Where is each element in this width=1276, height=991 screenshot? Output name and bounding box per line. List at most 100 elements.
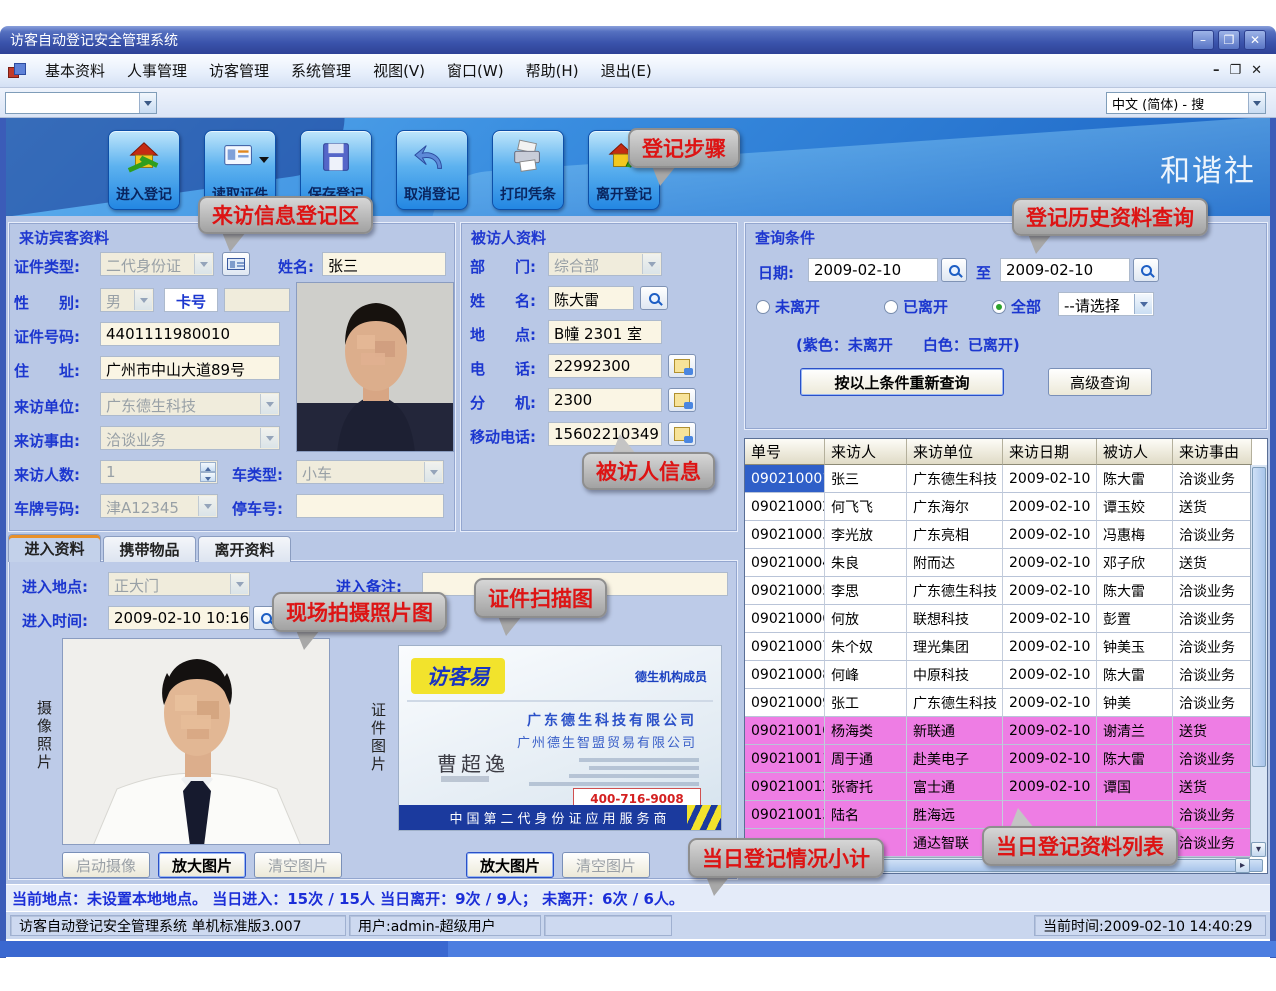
chevron-down-icon[interactable] xyxy=(1248,93,1265,113)
table-row[interactable]: 090210004朱良附而达2009-02-10邓子欣送货 xyxy=(745,549,1267,577)
table-cell[interactable]: 广东德生科技 xyxy=(907,577,1003,605)
table-cell[interactable]: 2009-02-10 xyxy=(1003,773,1097,801)
ext-sms-button[interactable] xyxy=(668,388,696,412)
table-cell[interactable]: 090210006 xyxy=(745,605,825,633)
visit-reason-select[interactable]: 洽谈业务 xyxy=(100,426,280,450)
table-row[interactable]: 090210001张三广东德生科技2009-02-10陈大雷洽谈业务 xyxy=(745,465,1267,493)
chevron-down-icon[interactable] xyxy=(139,93,156,113)
table-cell[interactable]: 090210002 xyxy=(745,493,825,521)
close-button[interactable]: ✕ xyxy=(1244,30,1266,50)
table-cell[interactable]: 090210007 xyxy=(745,633,825,661)
mdi-restore-button[interactable]: ❐ xyxy=(1229,63,1241,78)
advanced-query-button[interactable]: 高级查询 xyxy=(1048,368,1152,396)
id-number-field[interactable]: 4401111980010 xyxy=(100,322,280,346)
table-row[interactable]: 090210008何峰中原科技2009-02-10陈大雷洽谈业务 xyxy=(745,661,1267,689)
chevron-down-icon[interactable] xyxy=(259,157,269,163)
gender-select[interactable]: 男 xyxy=(100,288,154,312)
table-cell[interactable]: 洽谈业务 xyxy=(1173,829,1252,857)
entry-location-select[interactable]: 正大门 xyxy=(108,572,250,596)
enlarge-card-button[interactable]: 放大图片 xyxy=(466,852,554,878)
col-header-date[interactable]: 来访日期 xyxy=(1003,439,1097,465)
table-cell[interactable]: 陈大雷 xyxy=(1097,465,1173,493)
table-cell[interactable]: 2009-02-10 xyxy=(1003,717,1097,745)
table-cell[interactable]: 洽谈业务 xyxy=(1173,465,1252,493)
ext-field[interactable]: 2300 xyxy=(548,388,662,412)
table-cell[interactable]: 090210001 xyxy=(745,465,825,493)
table-cell[interactable]: 送货 xyxy=(1173,717,1252,745)
phone-field[interactable]: 22992300 xyxy=(548,354,662,378)
col-header-visitor[interactable]: 来访人 xyxy=(825,439,907,465)
restore-button[interactable]: ❐ xyxy=(1218,30,1240,50)
clear-card-button[interactable]: 清空图片 xyxy=(562,852,650,878)
menu-item-system[interactable]: 系统管理 xyxy=(280,55,362,86)
start-camera-button[interactable]: 启动摄像 xyxy=(62,852,150,878)
table-cell[interactable]: 理光集团 xyxy=(907,633,1003,661)
table-cell[interactable]: 附而达 xyxy=(907,549,1003,577)
date-from-picker-button[interactable] xyxy=(941,258,967,282)
quick-combo[interactable] xyxy=(5,92,157,114)
query-filter-select[interactable]: --请选择 xyxy=(1058,292,1154,316)
visit-company-select[interactable]: 广东德生科技 xyxy=(100,392,280,416)
entry-time-field[interactable]: 2009-02-10 10:16 xyxy=(108,606,250,630)
table-cell[interactable]: 2009-02-10 xyxy=(1003,661,1097,689)
enter-registration-button[interactable]: 进入登记 xyxy=(108,130,180,210)
dept-select[interactable]: 综合部 xyxy=(548,252,662,276)
location-field[interactable]: B幢 2301 室 xyxy=(548,320,662,344)
table-cell[interactable]: 杨海类 xyxy=(825,717,907,745)
requery-button[interactable]: 按以上条件重新查询 xyxy=(800,368,1004,396)
table-cell[interactable]: 2009-02-10 xyxy=(1003,521,1097,549)
table-cell[interactable]: 钟美 xyxy=(1097,689,1173,717)
table-cell[interactable]: 陈大雷 xyxy=(1097,745,1173,773)
language-selector[interactable]: 中文 (简体) - 搜 xyxy=(1106,92,1266,114)
radio-not-left[interactable]: 未离开 xyxy=(756,296,820,317)
id-type-select[interactable]: 二代身份证 xyxy=(100,252,214,276)
table-cell[interactable]: 2009-02-10 xyxy=(1003,745,1097,773)
tab-entry-info[interactable]: 进入资料 xyxy=(8,534,101,562)
table-row[interactable]: 090210013陆名胜海远洽谈业务 xyxy=(745,801,1267,829)
table-cell[interactable]: 090210010 xyxy=(745,717,825,745)
col-header-company[interactable]: 来访单位 xyxy=(907,439,1003,465)
scroll-down-icon[interactable]: ▾ xyxy=(1251,842,1266,857)
step-up-icon[interactable] xyxy=(200,462,216,472)
tab-carried-items[interactable]: 携带物品 xyxy=(103,536,196,562)
minimize-button[interactable]: – xyxy=(1192,30,1214,50)
menu-item-hr[interactable]: 人事管理 xyxy=(116,55,198,86)
visitee-search-button[interactable] xyxy=(640,286,668,310)
table-cell[interactable]: 何放 xyxy=(825,605,907,633)
table-cell[interactable]: 广东德生科技 xyxy=(907,689,1003,717)
col-header-order-no[interactable]: 单号 xyxy=(745,439,825,465)
table-cell[interactable]: 2009-02-10 xyxy=(1003,465,1097,493)
table-row[interactable]: 090210010杨海类新联通2009-02-10谢清兰送货 xyxy=(745,717,1267,745)
table-cell[interactable]: 李思 xyxy=(825,577,907,605)
table-cell[interactable]: 钟美玉 xyxy=(1097,633,1173,661)
table-cell[interactable]: 陈大雷 xyxy=(1097,577,1173,605)
mdi-minimize-button[interactable]: – xyxy=(1213,63,1220,78)
table-cell[interactable]: 送货 xyxy=(1173,493,1252,521)
table-cell[interactable]: 2009-02-10 xyxy=(1003,689,1097,717)
table-cell[interactable]: 联想科技 xyxy=(907,605,1003,633)
plate-number-select[interactable]: 津A12345 xyxy=(100,494,218,518)
table-cell[interactable]: 新联通 xyxy=(907,717,1003,745)
table-row[interactable]: 090210006何放联想科技2009-02-10彭置洽谈业务 xyxy=(745,605,1267,633)
visitee-name-field[interactable]: 陈大雷 xyxy=(548,286,634,310)
table-cell[interactable]: 送货 xyxy=(1173,773,1252,801)
table-cell[interactable]: 李光放 xyxy=(825,521,907,549)
table-cell[interactable]: 090210008 xyxy=(745,661,825,689)
table-cell[interactable]: 邓子欣 xyxy=(1097,549,1173,577)
radio-left[interactable]: 已离开 xyxy=(884,296,948,317)
table-cell[interactable]: 洽谈业务 xyxy=(1173,689,1252,717)
table-cell[interactable]: 冯惠梅 xyxy=(1097,521,1173,549)
table-cell[interactable]: 洽谈业务 xyxy=(1173,801,1252,829)
table-cell[interactable]: 送货 xyxy=(1173,549,1252,577)
table-cell[interactable]: 090210009 xyxy=(745,689,825,717)
menu-item-visitor[interactable]: 访客管理 xyxy=(198,55,280,86)
table-row[interactable]: 090210012张寄托富士通2009-02-10谭国送货 xyxy=(745,773,1267,801)
table-cell[interactable]: 洽谈业务 xyxy=(1173,661,1252,689)
table-cell[interactable]: 富士通 xyxy=(907,773,1003,801)
table-cell[interactable]: 2009-02-10 xyxy=(1003,577,1097,605)
date-from-field[interactable]: 2009-02-10 xyxy=(808,258,938,282)
table-row[interactable]: 090210011周于通赴美电子2009-02-10陈大雷洽谈业务 xyxy=(745,745,1267,773)
parking-no-field[interactable] xyxy=(296,494,444,518)
table-row[interactable]: 090210005李思广东德生科技2009-02-10陈大雷洽谈业务 xyxy=(745,577,1267,605)
menu-item-basic[interactable]: 基本资料 xyxy=(34,55,116,86)
